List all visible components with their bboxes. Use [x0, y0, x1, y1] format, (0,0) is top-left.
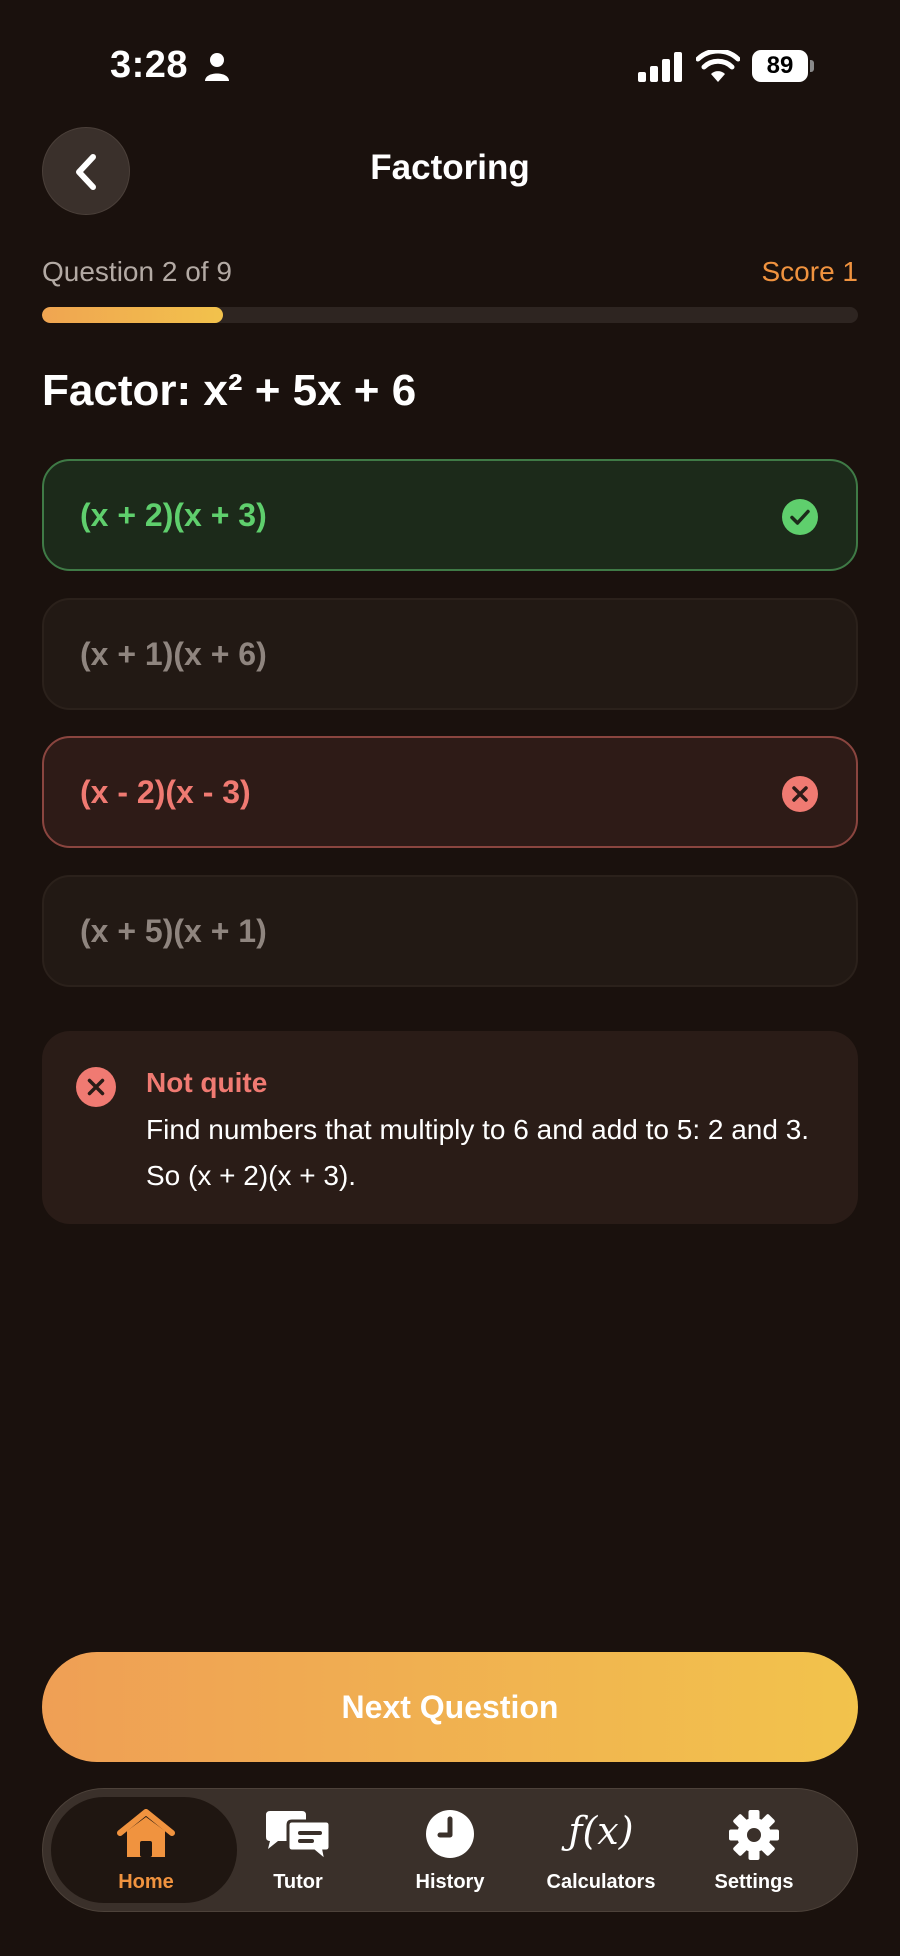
feedback-explanation: Find numbers that multiply to 6 and add … — [146, 1114, 810, 1191]
x-circle-icon — [76, 1067, 116, 1107]
tab-label: Tutor — [273, 1871, 323, 1893]
feedback-card: Not quite Find numbers that multiply to … — [42, 1031, 858, 1224]
tab-calculators[interactable]: ƒ(x) Calculators — [526, 1789, 676, 1913]
progress-bar — [42, 307, 858, 323]
tab-bar: Home Tutor History ƒ(x) Calculators Sett… — [42, 1788, 858, 1912]
answer-option-label: (x + 1)(x + 6) — [80, 636, 267, 672]
check-circle-icon — [782, 499, 818, 535]
function-icon: ƒ(x) — [568, 1809, 634, 1853]
tab-label: Settings — [714, 1871, 794, 1893]
x-circle-icon — [782, 776, 818, 812]
cellular-signal-icon — [638, 52, 682, 82]
answer-option-3[interactable]: (x - 2)(x - 3) — [42, 736, 858, 848]
answer-option-4[interactable]: (x + 5)(x + 1) — [42, 875, 858, 987]
tab-label: Calculators — [546, 1871, 656, 1893]
feedback-title: Not quite — [146, 1067, 268, 1098]
battery-indicator: 89 — [752, 50, 814, 82]
answer-option-1[interactable]: (x + 2)(x + 3) — [42, 459, 858, 571]
answer-option-label: (x + 5)(x + 1) — [80, 913, 267, 949]
question-text: Factor: x² + 5x + 6 — [42, 366, 417, 415]
battery-tip — [810, 60, 814, 72]
tab-tutor[interactable]: Tutor — [223, 1789, 373, 1913]
next-question-button[interactable]: Next Question — [42, 1652, 858, 1762]
home-icon — [117, 1809, 175, 1857]
score-label: Score 1 — [761, 256, 859, 287]
tab-history[interactable]: History — [375, 1789, 525, 1913]
status-time: 3:28 — [110, 44, 189, 86]
tab-settings[interactable]: Settings — [679, 1789, 829, 1913]
progress-bar-fill — [42, 307, 224, 323]
status-bar: 3:28 89 — [0, 0, 900, 120]
tab-label: Home — [118, 1871, 174, 1893]
wifi-icon — [696, 50, 740, 82]
clock-icon — [426, 1810, 474, 1858]
answer-option-2[interactable]: (x + 1)(x + 6) — [42, 598, 858, 710]
page-title: Factoring — [370, 148, 530, 187]
gear-icon — [729, 1810, 779, 1860]
chat-bubbles-icon — [266, 1811, 332, 1863]
answer-option-label: (x - 2)(x - 3) — [80, 774, 251, 810]
question-counter: Question 2 of 9 — [42, 256, 232, 287]
tab-label: History — [415, 1871, 485, 1893]
person-icon — [205, 53, 229, 81]
battery-level: 89 — [752, 50, 808, 82]
answer-option-label: (x + 2)(x + 3) — [80, 497, 267, 533]
tab-home[interactable]: Home — [71, 1789, 221, 1913]
